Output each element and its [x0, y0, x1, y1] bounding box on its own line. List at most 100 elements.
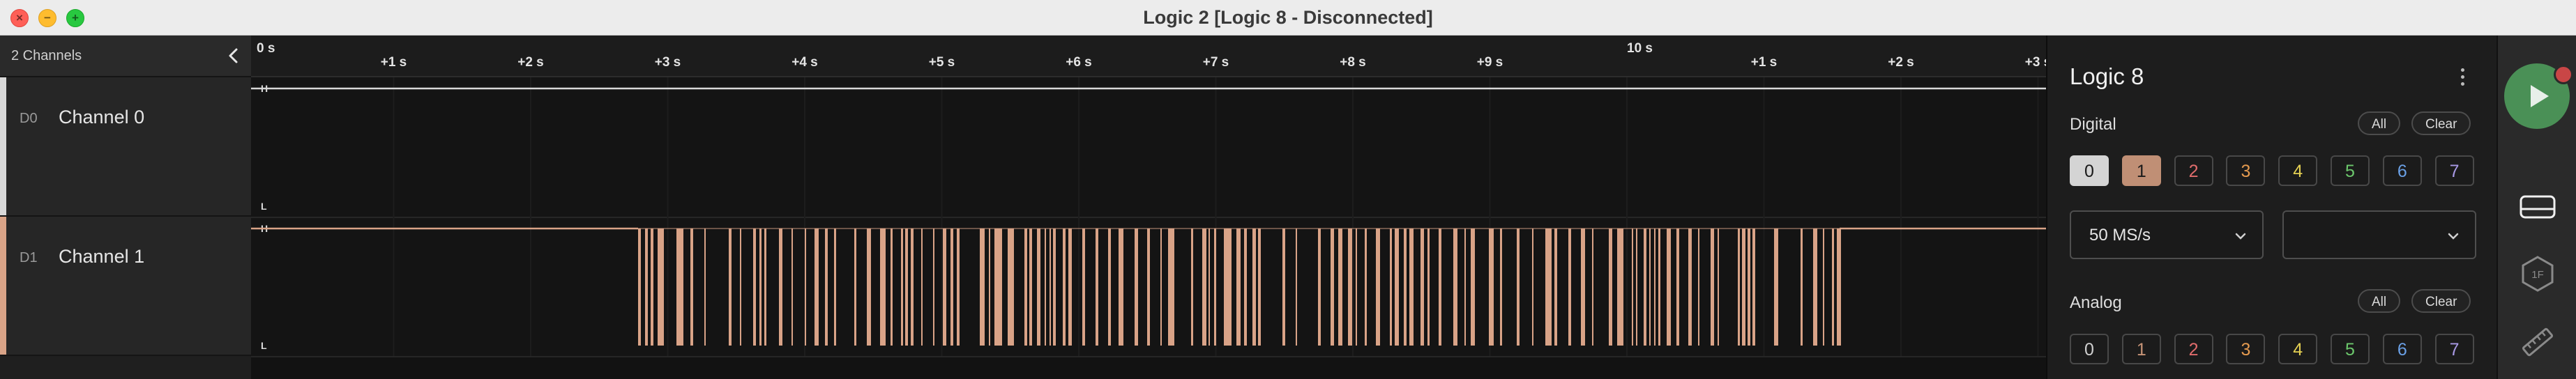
- channel-count: 2 Channels: [11, 48, 82, 63]
- pulse: [1029, 229, 1032, 346]
- pulse: [1409, 229, 1414, 346]
- digital-channel-4-toggle[interactable]: 4: [2278, 155, 2318, 186]
- svg-text:1F: 1F: [2531, 269, 2544, 281]
- digital-channel-6-toggle[interactable]: 6: [2382, 155, 2422, 186]
- digital-channel-2-toggle[interactable]: 2: [2174, 155, 2213, 186]
- pulse: [1244, 229, 1247, 346]
- digital-all-button[interactable]: All: [2358, 111, 2401, 135]
- digital-channel-7-toggle[interactable]: 7: [2434, 155, 2474, 186]
- device-icon[interactable]: [2517, 187, 2559, 229]
- ruler-tick-label: +3 s: [2025, 55, 2046, 70]
- pulse: [764, 229, 766, 346]
- pulse: [834, 229, 836, 346]
- pulse: [1348, 229, 1352, 346]
- pulse: [1395, 229, 1399, 346]
- pulse: [779, 229, 782, 346]
- pulse: [1147, 229, 1150, 346]
- pulse: [1823, 229, 1824, 346]
- pulse: [1609, 229, 1612, 346]
- pulse: [1592, 229, 1593, 346]
- channel-header: 2 Channels: [0, 36, 251, 77]
- pulse: [1517, 229, 1520, 346]
- ruler-tick-label: +5 s: [929, 55, 955, 70]
- analog-channel-3-toggle[interactable]: 3: [2226, 334, 2266, 364]
- analyzers-icon[interactable]: 1F: [2517, 253, 2559, 295]
- pulse: [1801, 229, 1803, 346]
- pulse: [1376, 229, 1380, 346]
- sample-rate-value: 50 MS/s: [2089, 226, 2151, 245]
- analog-channel-4-toggle[interactable]: 4: [2278, 334, 2318, 364]
- channel-color-stripe: [0, 217, 6, 355]
- pulse: [1748, 229, 1750, 346]
- pulse: [1545, 229, 1552, 346]
- pulse: [905, 229, 908, 346]
- sample-rate-select[interactable]: 50 MS/s: [2070, 210, 2264, 259]
- pulse: [1082, 229, 1085, 346]
- analog-channel-5-toggle[interactable]: 5: [2331, 334, 2370, 364]
- measure-icon[interactable]: [2517, 321, 2559, 363]
- level-marker: L: [261, 201, 267, 212]
- pulse: [989, 229, 990, 346]
- more-options-button[interactable]: [2452, 65, 2473, 93]
- pulse: [1068, 229, 1072, 346]
- pulse: [1711, 229, 1714, 346]
- pulse: [1568, 229, 1571, 346]
- pulse: [921, 229, 923, 346]
- digital-channel-5-toggle[interactable]: 5: [2331, 155, 2370, 186]
- analog-channel-2-toggle[interactable]: 2: [2174, 334, 2213, 364]
- pulse: [676, 229, 683, 346]
- digital-channel-3-toggle[interactable]: 3: [2226, 155, 2266, 186]
- analog-rate-select[interactable]: [2282, 210, 2476, 259]
- pulse: [658, 229, 664, 346]
- pulse: [911, 229, 914, 346]
- pulse: [1214, 229, 1216, 346]
- analog-clear-button[interactable]: Clear: [2411, 289, 2471, 313]
- pulse: [1202, 229, 1206, 346]
- analog-channel-1-toggle[interactable]: 1: [2121, 334, 2161, 364]
- analog-all-button[interactable]: All: [2358, 289, 2401, 313]
- channel-color-stripe: [0, 77, 6, 215]
- pulse: [1037, 229, 1040, 346]
- channel-row-1[interactable]: D1 Channel 1: [0, 217, 251, 356]
- collapse-sidebar-button[interactable]: [222, 44, 245, 68]
- pulse: [1236, 229, 1241, 346]
- ruler-tick-label: +9 s: [1477, 55, 1503, 70]
- pulse: [729, 229, 732, 346]
- analog-channel-6-toggle[interactable]: 6: [2382, 334, 2422, 364]
- digital-channel-0-toggle[interactable]: 0: [2070, 155, 2109, 186]
- pulse: [867, 229, 871, 346]
- pulse: [994, 229, 1002, 346]
- chevron-down-icon: [2235, 233, 2246, 240]
- pulse: [933, 229, 934, 346]
- ruler-tick-label: 0 s: [257, 41, 275, 56]
- pulse: [638, 229, 641, 346]
- digital-channel-1-toggle[interactable]: 1: [2121, 155, 2161, 186]
- pulse: [854, 229, 856, 346]
- pulse: [1752, 229, 1755, 346]
- pulse: [1224, 229, 1232, 346]
- channel-row-0[interactable]: D0 Channel 0: [0, 77, 251, 217]
- pulse: [1209, 229, 1210, 346]
- ruler-tick-label: +4 s: [791, 55, 818, 70]
- channel-name[interactable]: Channel 1: [59, 246, 144, 268]
- track-0[interactable]: [251, 77, 2046, 217]
- pulse: [1554, 229, 1557, 346]
- pulse: [1024, 229, 1027, 346]
- pulse: [1108, 229, 1111, 346]
- pulse: [1774, 229, 1778, 346]
- analog-channel-7-toggle[interactable]: 7: [2434, 334, 2474, 364]
- pulse: [950, 229, 953, 346]
- pulse: [1160, 229, 1162, 346]
- pulse: [1318, 229, 1321, 346]
- channel-name[interactable]: Channel 0: [59, 107, 144, 128]
- pulse: [1489, 229, 1494, 346]
- device-panel: Logic 8 Digital All Clear 01234567 50 MS…: [2046, 36, 2498, 379]
- ruler-tick-label: +2 s: [1888, 55, 1914, 70]
- waveform-canvas[interactable]: 0 s +1 s +2 s +3 s +4 s +5 s +6 s +7 s +8 s +9 s 1…: [251, 36, 2046, 379]
- pulse: [1742, 229, 1745, 346]
- analog-channel-0-toggle[interactable]: 0: [2070, 334, 2109, 364]
- pulse: [1008, 229, 1014, 346]
- waveform-view[interactable]: 0 s +1 s +2 s +3 s +4 s +5 s +6 s +7 s +8 s +9 s 1…: [251, 36, 2046, 379]
- digital-clear-button[interactable]: Clear: [2411, 111, 2471, 135]
- pulse: [1617, 229, 1623, 346]
